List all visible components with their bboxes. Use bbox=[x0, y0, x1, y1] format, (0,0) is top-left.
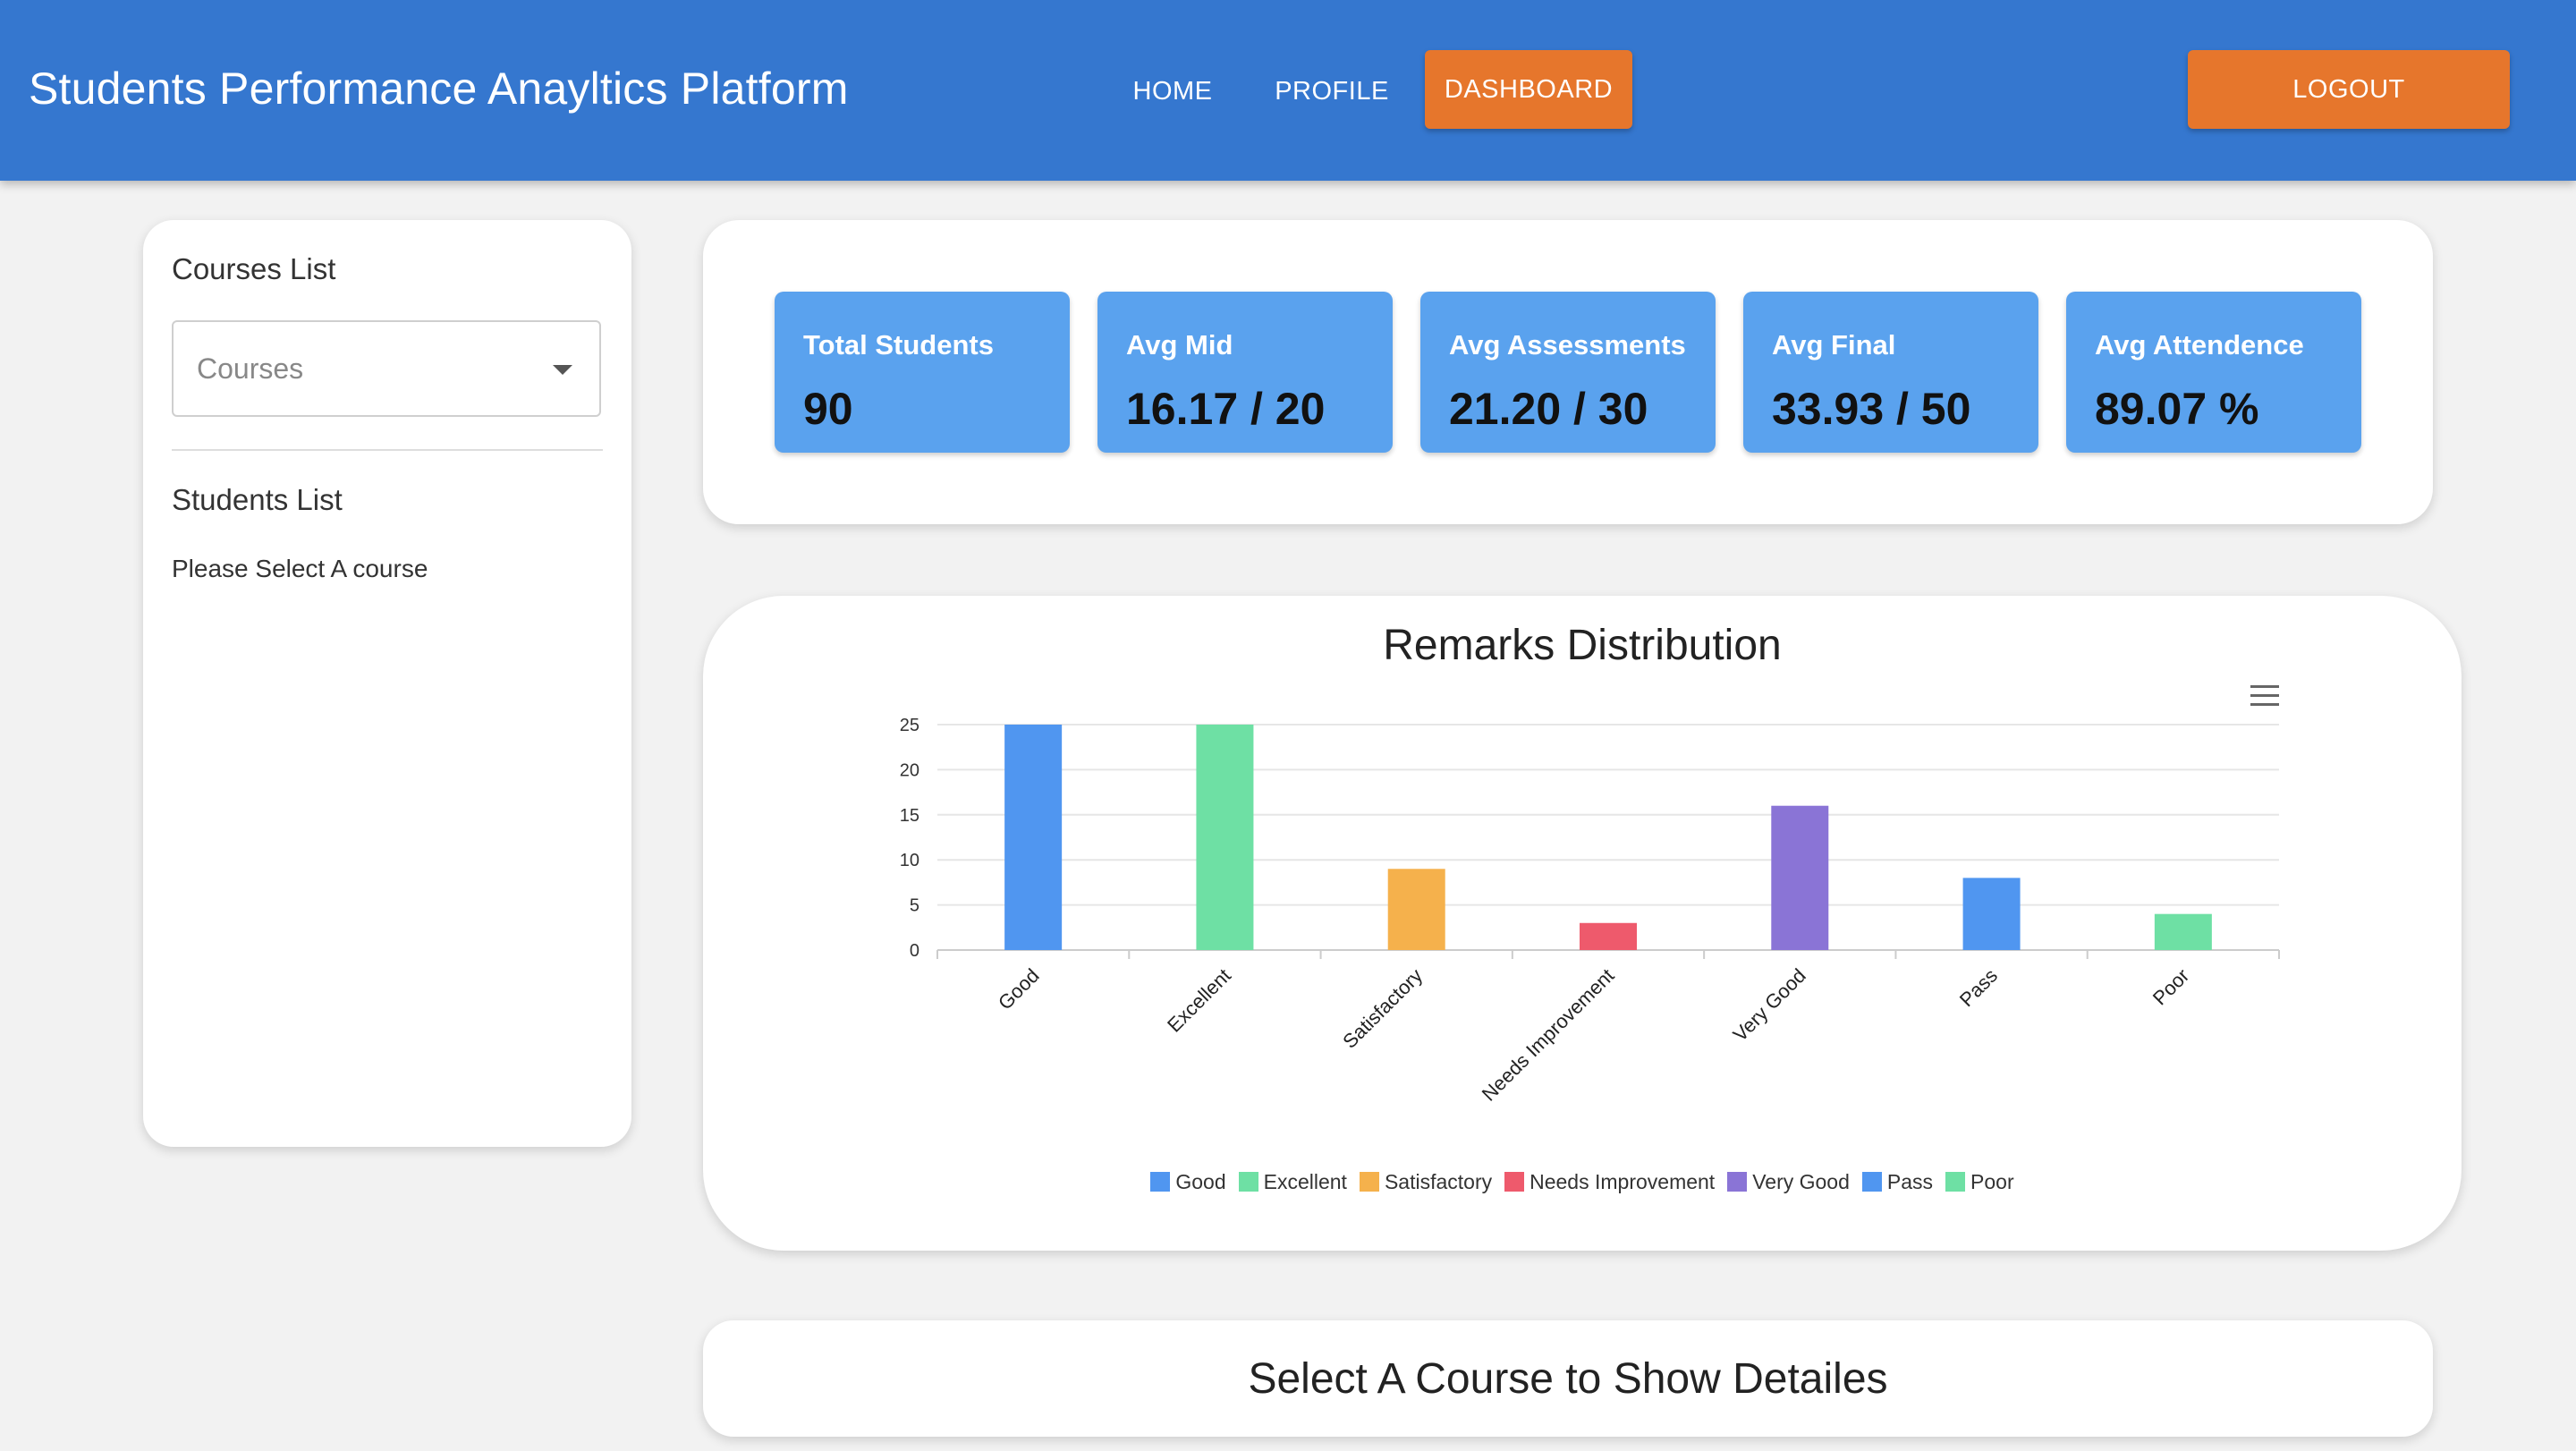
sidebar-panel: Courses List Courses Students List Pleas… bbox=[143, 220, 631, 1147]
stat-avg-attendence: Avg Attendence 89.07 % bbox=[2066, 292, 2361, 453]
x-tick-label: Pass bbox=[1955, 964, 2002, 1011]
x-tick-label: Needs Improvement bbox=[1478, 964, 1619, 1106]
stat-label: Avg Final bbox=[1772, 329, 1896, 361]
courses-select-placeholder: Courses bbox=[197, 352, 304, 385]
stat-avg-final: Avg Final 33.93 / 50 bbox=[1743, 292, 2038, 453]
caret-down-icon bbox=[553, 365, 572, 375]
bar-good bbox=[1004, 725, 1063, 950]
nav-dashboard-link[interactable]: DASHBOARD bbox=[1425, 50, 1632, 129]
top-navbar: Students Performance Anayltics Platform … bbox=[0, 0, 2576, 181]
bar-very-good bbox=[1771, 805, 1829, 950]
courses-select[interactable]: Courses bbox=[172, 320, 601, 417]
legend-label: Pass bbox=[1886, 1170, 1934, 1193]
x-tick-label: Very Good bbox=[1729, 964, 1810, 1046]
nav-profile-link[interactable]: PROFILE bbox=[1272, 57, 1392, 125]
remarks-bar-chart: 0 5 10 15 20 25 Good Excellent Satisfactory Needs… bbox=[900, 716, 2280, 1106]
bar-pass bbox=[1962, 878, 2021, 950]
legend-swatch bbox=[1945, 1172, 1966, 1192]
students-list-heading: Students List bbox=[172, 483, 343, 516]
sidebar-divider bbox=[172, 449, 603, 451]
legend-swatch bbox=[1861, 1172, 1882, 1192]
bar-poor bbox=[2154, 913, 2212, 950]
legend-item[interactable]: Good bbox=[1150, 1170, 1226, 1194]
x-tick-label: Good bbox=[994, 964, 1044, 1014]
legend-label: Very Good bbox=[1752, 1170, 1850, 1193]
stat-avg-mid: Avg Mid 16.17 / 20 bbox=[1097, 292, 1393, 453]
x-tick-label: Satisfactory bbox=[1338, 964, 1427, 1053]
stat-value: 89.07 % bbox=[2095, 384, 2259, 434]
legend-item[interactable]: Pass bbox=[1861, 1170, 1934, 1194]
legend-label: Good bbox=[1175, 1170, 1226, 1193]
legend-label: Needs Improvement bbox=[1530, 1170, 1716, 1193]
stat-value: 16.17 / 20 bbox=[1126, 384, 1326, 434]
summary-stats-card: Total Students 90 Avg Mid 16.17 / 20 Avg… bbox=[703, 220, 2433, 524]
legend-item[interactable]: Needs Improvement bbox=[1504, 1170, 1715, 1194]
stat-label: Avg Assessments bbox=[1449, 329, 1686, 361]
y-tick-label: 0 bbox=[910, 941, 919, 961]
legend-label: Poor bbox=[1970, 1170, 2014, 1193]
y-tick-label: 5 bbox=[910, 896, 919, 916]
bar-needs-improvement bbox=[1580, 922, 1637, 950]
y-tick-label: 15 bbox=[900, 806, 919, 826]
legend-swatch bbox=[1504, 1172, 1525, 1192]
legend-item[interactable]: Excellent bbox=[1238, 1170, 1347, 1194]
y-tick-label: 25 bbox=[900, 716, 919, 735]
app-title: Students Performance Anayltics Platform bbox=[29, 64, 849, 114]
legend-swatch bbox=[1727, 1172, 1748, 1192]
students-empty-message: Please Select A course bbox=[172, 555, 428, 582]
course-details-placeholder: Select A Course to Show Detailes bbox=[1248, 1355, 1888, 1403]
nav-home-link[interactable]: HOME bbox=[1118, 57, 1227, 125]
bar-excellent bbox=[1196, 725, 1254, 950]
legend-swatch bbox=[1359, 1172, 1379, 1192]
course-details-card: Select A Course to Show Detailes bbox=[703, 1320, 2433, 1437]
stat-value: 33.93 / 50 bbox=[1772, 384, 1971, 434]
stat-total-students: Total Students 90 bbox=[775, 292, 1070, 453]
stat-label: Avg Attendence bbox=[2095, 329, 2304, 361]
bar-satisfactory bbox=[1387, 869, 1445, 950]
legend-swatch bbox=[1238, 1172, 1258, 1192]
stat-value: 21.20 / 30 bbox=[1449, 384, 1648, 434]
legend-label: Excellent bbox=[1263, 1170, 1347, 1193]
y-tick-label: 20 bbox=[900, 760, 919, 780]
logout-button[interactable]: LOGOUT bbox=[2188, 50, 2510, 129]
x-tick-label: Poor bbox=[2148, 964, 2194, 1010]
remarks-chart-card: Remarks Distribution 0 5 10 15 20 25 Good Excel… bbox=[703, 596, 2462, 1251]
courses-list-heading: Courses List bbox=[172, 252, 336, 285]
legend-item[interactable]: Very Good bbox=[1727, 1170, 1850, 1194]
stat-value: 90 bbox=[803, 384, 853, 434]
x-tick-label: Excellent bbox=[1163, 964, 1235, 1037]
legend-item[interactable]: Poor bbox=[1945, 1170, 2014, 1194]
stat-label: Avg Mid bbox=[1126, 329, 1233, 361]
legend-item[interactable]: Satisfactory bbox=[1359, 1170, 1493, 1194]
legend-label: Satisfactory bbox=[1384, 1170, 1493, 1193]
y-tick-label: 10 bbox=[900, 851, 919, 870]
chart-legend: Good Excellent Satisfactory Needs Improveme… bbox=[703, 1170, 2462, 1194]
legend-swatch bbox=[1150, 1172, 1171, 1192]
stat-label: Total Students bbox=[803, 329, 994, 361]
stat-avg-assessments: Avg Assessments 21.20 / 30 bbox=[1420, 292, 1716, 453]
